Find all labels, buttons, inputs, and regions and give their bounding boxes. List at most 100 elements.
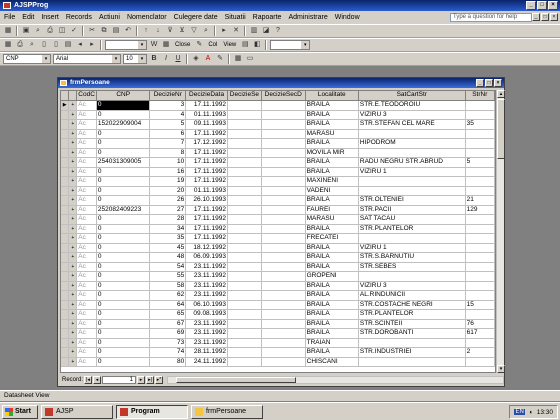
- table-row[interactable]: + Ac 0 55 23.11.1992 GROPENI: [61, 271, 495, 282]
- cell-codc[interactable]: Ac: [76, 214, 97, 225]
- expand-icon[interactable]: +: [68, 157, 78, 168]
- expand-icon[interactable]: +: [68, 167, 78, 177]
- cell-codc[interactable]: Ac: [76, 195, 97, 206]
- cell-deciziesecd[interactable]: [261, 309, 306, 320]
- menu-edit[interactable]: Edit: [22, 14, 34, 21]
- cell-codc[interactable]: Ac: [76, 157, 97, 168]
- cell-deciziedata[interactable]: 17.11.1992: [185, 233, 228, 244]
- expand-icon[interactable]: +: [68, 252, 78, 263]
- fill-color-icon[interactable]: ◈: [191, 54, 201, 64]
- cell-cnp[interactable]: 252082409223: [96, 205, 151, 215]
- maximize-button[interactable]: □: [537, 1, 547, 10]
- table-row[interactable]: + Ac 0 26 26.10.1993 BRAILA STR.OLTENIEI 21: [61, 195, 495, 206]
- cell-codc[interactable]: Ac: [76, 205, 97, 215]
- row-selector[interactable]: [61, 148, 70, 158]
- table-row[interactable]: + Ac 0 16 17.11.1992 BRAILA VIZIRU 1: [61, 167, 495, 177]
- cell-deciziese[interactable]: [227, 148, 262, 158]
- cell-deciziedata[interactable]: 09.11.1993: [185, 119, 228, 130]
- cell-deciziesecd[interactable]: [261, 224, 306, 234]
- cell-satcartstr[interactable]: [358, 176, 466, 187]
- expand-icon[interactable]: +: [68, 281, 78, 291]
- table-row[interactable]: + Ac 0 62 23.11.1992 BRAILA AL.RINDUNICII: [61, 290, 495, 301]
- cell-localitate[interactable]: MOVILA MIR: [305, 148, 359, 158]
- cell-deciziesecd[interactable]: [261, 110, 306, 120]
- cell-cnp[interactable]: 0: [96, 338, 151, 348]
- cell-codc[interactable]: Ac: [76, 243, 97, 253]
- cell-cnp[interactable]: 0: [96, 281, 151, 291]
- help-search-input[interactable]: Type a question for help: [450, 13, 532, 22]
- table-row[interactable]: + Ac 0 80 24.11.1992 CHISCANI: [61, 357, 495, 367]
- cell-deciziedata[interactable]: 06.10.1993: [185, 300, 228, 310]
- row-selector[interactable]: [61, 281, 70, 291]
- cell-deciziedata[interactable]: 17.11.1992: [185, 100, 228, 111]
- cell-cnp[interactable]: 0: [96, 110, 151, 120]
- cell-satcartstr[interactable]: [358, 271, 466, 282]
- minimize-button[interactable]: _: [526, 1, 536, 10]
- row-selector[interactable]: [61, 357, 70, 367]
- mdi-restore-button[interactable]: □: [541, 13, 549, 21]
- cell-deciziese[interactable]: [227, 214, 262, 225]
- cell-cnp[interactable]: 0: [96, 328, 151, 339]
- cell-cnp[interactable]: 0: [96, 347, 151, 358]
- cell-satcartstr[interactable]: STR.PACII: [358, 205, 466, 215]
- apply-filter-icon[interactable]: ▽: [189, 26, 199, 36]
- cell-decizienr[interactable]: 55: [149, 271, 187, 282]
- row-selector[interactable]: [61, 138, 70, 149]
- cell-satcartstr[interactable]: STR.SEBES: [358, 262, 466, 272]
- find-icon[interactable]: ⌕: [201, 26, 211, 36]
- cell-deciziesecd[interactable]: [261, 290, 306, 301]
- cell-strnr[interactable]: 76: [465, 319, 495, 329]
- table-row[interactable]: + Ac 0 20 01.11.1993 VADENI: [61, 186, 495, 196]
- object-combo[interactable]: ▾: [270, 40, 311, 50]
- row-selector[interactable]: [61, 300, 70, 310]
- cell-codc[interactable]: Ac: [76, 148, 97, 158]
- cell-deciziese[interactable]: [227, 186, 262, 196]
- cell-localitate[interactable]: BRAILA: [305, 195, 359, 206]
- new-record-icon[interactable]: ▸: [219, 26, 229, 36]
- scroll-down-icon[interactable]: ▾: [497, 365, 505, 373]
- cell-satcartstr[interactable]: STR.DOROBANTI: [358, 328, 466, 339]
- cell-satcartstr[interactable]: STR.PLANTELOR: [358, 309, 466, 320]
- font-size-select[interactable]: 10 ▾: [123, 54, 147, 64]
- view-icon[interactable]: ▦: [3, 26, 13, 36]
- expand-icon[interactable]: +: [68, 186, 78, 196]
- cell-deciziesecd[interactable]: [261, 186, 306, 196]
- paste-icon[interactable]: ▤: [111, 26, 121, 36]
- cell-deciziese[interactable]: [227, 157, 262, 168]
- cell-localitate[interactable]: BRAILA: [305, 119, 359, 130]
- cell-strnr[interactable]: 5: [465, 157, 495, 168]
- row-selector[interactable]: [61, 110, 70, 120]
- row-selector[interactable]: [61, 243, 70, 253]
- table-row[interactable]: + Ac 0 7 17.12.1992 BRAILA HIPODROM: [61, 138, 495, 149]
- cell-deciziesecd[interactable]: [261, 347, 306, 358]
- cell-strnr[interactable]: 15: [465, 300, 495, 310]
- one-page-icon[interactable]: ▯: [39, 40, 49, 50]
- cell-deciziese[interactable]: [227, 319, 262, 329]
- table-row[interactable]: + Ac 0 54 23.11.1992 BRAILA STR.SEBES: [61, 262, 495, 272]
- menu-insert[interactable]: Insert: [41, 14, 59, 21]
- expand-icon[interactable]: +: [68, 319, 78, 329]
- zoom-icon[interactable]: ⌕: [27, 40, 37, 50]
- cell-satcartstr[interactable]: [358, 186, 466, 196]
- undo-icon[interactable]: ↶: [123, 26, 133, 36]
- cell-decizienr[interactable]: 48: [149, 252, 187, 263]
- cell-strnr[interactable]: [465, 176, 495, 187]
- cell-cnp[interactable]: 0: [96, 243, 151, 253]
- cell-deciziese[interactable]: [227, 290, 262, 301]
- cell-decizienr[interactable]: 26: [149, 195, 187, 206]
- cell-decizienr[interactable]: 67: [149, 319, 187, 329]
- menu-culegere-date[interactable]: Culegere date: [174, 14, 218, 21]
- save-icon[interactable]: ▣: [21, 26, 31, 36]
- cell-deciziese[interactable]: [227, 100, 262, 111]
- cell-localitate[interactable]: BRAILA: [305, 252, 359, 263]
- cell-deciziedata[interactable]: 17.11.1992: [185, 167, 228, 177]
- cell-decizienr[interactable]: 16: [149, 167, 187, 177]
- column-header-expand[interactable]: [68, 91, 78, 101]
- cell-deciziedata[interactable]: 01.11.1993: [185, 110, 228, 120]
- next-record-icon[interactable]: ▸: [137, 376, 146, 384]
- row-selector[interactable]: [61, 271, 70, 282]
- database-window-icon[interactable]: ▥: [249, 26, 259, 36]
- expand-icon[interactable]: +: [68, 100, 78, 111]
- cell-codc[interactable]: Ac: [76, 186, 97, 196]
- cell-satcartstr[interactable]: [358, 148, 466, 158]
